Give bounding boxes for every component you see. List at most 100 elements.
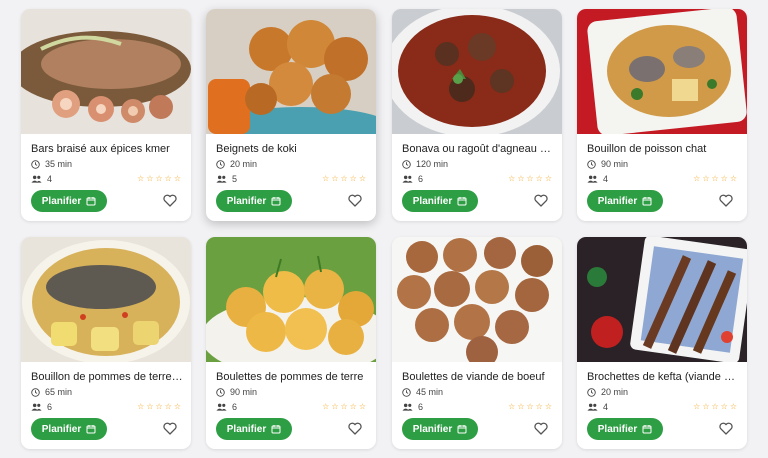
star-icon[interactable]: ☆ [517,175,524,183]
star-icon[interactable]: ☆ [730,175,737,183]
star-icon[interactable]: ☆ [155,403,162,411]
servings: 6 [47,402,53,412]
heart-icon[interactable] [719,194,733,207]
rating-stars[interactable]: ☆ ☆ ☆ ☆ ☆ [693,175,737,183]
star-icon[interactable]: ☆ [146,403,153,411]
star-icon[interactable]: ☆ [137,175,144,183]
recipe-photo[interactable] [392,237,562,362]
star-icon[interactable]: ☆ [331,175,338,183]
star-icon[interactable]: ☆ [693,403,700,411]
plan-button-label: Planifier [41,423,82,435]
people-icon [31,175,42,183]
rating-stars[interactable]: ☆ ☆ ☆ ☆ ☆ [508,403,552,411]
heart-icon[interactable] [534,422,548,435]
recipe-card[interactable]: Boulettes de pommes de terre 90 min 6 ☆ ☆… [206,237,376,449]
recipe-title: Brochettes de kefta (viande h... [587,371,739,383]
plan-button[interactable]: Planifier [402,190,478,212]
cook-time: 20 min [230,159,258,169]
recipe-photo[interactable] [577,237,747,362]
recipe-card[interactable]: Bouillon de pommes de terre ... 65 min 6… [21,237,191,449]
star-icon[interactable]: ☆ [322,175,329,183]
plan-button[interactable]: Planifier [31,418,107,440]
star-icon[interactable]: ☆ [322,403,329,411]
rating-stars[interactable]: ☆ ☆ ☆ ☆ ☆ [137,175,181,183]
star-icon[interactable]: ☆ [165,403,172,411]
heart-icon[interactable] [534,194,548,207]
plan-button[interactable]: Planifier [402,418,478,440]
star-icon[interactable]: ☆ [146,175,153,183]
recipe-photo[interactable] [21,237,191,362]
heart-icon[interactable] [348,422,362,435]
star-icon[interactable]: ☆ [526,403,533,411]
recipe-card[interactable]: Bonava ou ragoût d'agneau m... 120 min 6… [392,9,562,221]
plan-button[interactable]: Planifier [587,190,663,212]
heart-icon[interactable] [163,422,177,435]
cook-time: 65 min [45,387,73,397]
star-icon[interactable]: ☆ [517,403,524,411]
recipe-card[interactable]: Bars braisé aux épices kmer 35 min 4 ☆ ☆ ☆… [21,9,191,221]
star-icon[interactable]: ☆ [536,403,543,411]
star-icon[interactable]: ☆ [526,175,533,183]
rating-stars[interactable]: ☆ ☆ ☆ ☆ ☆ [137,403,181,411]
rating-stars[interactable]: ☆ ☆ ☆ ☆ ☆ [322,175,366,183]
recipe-card[interactable]: Boulettes de viande de boeuf 45 min 6 ☆ ☆… [392,237,562,449]
rating-stars[interactable]: ☆ ☆ ☆ ☆ ☆ [693,403,737,411]
recipe-photo[interactable] [206,237,376,362]
recipe-card[interactable]: Brochettes de kefta (viande h... 20 min … [577,237,747,449]
cook-time: 120 min [416,159,449,169]
plan-button[interactable]: Planifier [587,418,663,440]
star-icon[interactable]: ☆ [359,403,366,411]
calendar-icon [86,425,96,434]
star-icon[interactable]: ☆ [340,175,347,183]
plan-button-label: Planifier [597,423,638,435]
people-icon [402,403,413,411]
star-icon[interactable]: ☆ [730,403,737,411]
people-icon [587,403,598,411]
star-icon[interactable]: ☆ [721,403,728,411]
star-icon[interactable]: ☆ [350,403,357,411]
heart-icon[interactable] [719,422,733,435]
star-icon[interactable]: ☆ [536,175,543,183]
star-icon[interactable]: ☆ [174,175,181,183]
recipe-card[interactable]: Beignets de koki 20 min 5 ☆ ☆ ☆ ☆ ☆ Planifie… [206,9,376,221]
recipe-photo[interactable] [21,9,191,134]
star-icon[interactable]: ☆ [545,403,552,411]
star-icon[interactable]: ☆ [711,175,718,183]
star-icon[interactable]: ☆ [165,175,172,183]
star-icon[interactable]: ☆ [331,403,338,411]
recipe-photo[interactable] [577,9,747,134]
clock-icon [587,387,596,397]
star-icon[interactable]: ☆ [702,403,709,411]
star-icon[interactable]: ☆ [711,403,718,411]
star-icon[interactable]: ☆ [693,175,700,183]
heart-icon[interactable] [163,194,177,207]
star-icon[interactable]: ☆ [359,175,366,183]
star-icon[interactable]: ☆ [137,403,144,411]
star-icon[interactable]: ☆ [508,175,515,183]
star-icon[interactable]: ☆ [340,403,347,411]
star-icon[interactable]: ☆ [702,175,709,183]
recipe-card[interactable]: Bouillon de poisson chat 90 min 4 ☆ ☆ ☆ ☆ ☆ … [577,9,747,221]
recipe-title: Bonava ou ragoût d'agneau m... [402,143,554,155]
servings: 4 [603,402,609,412]
star-icon[interactable]: ☆ [508,403,515,411]
heart-icon[interactable] [348,194,362,207]
recipe-title: Beignets de koki [216,143,297,155]
plan-button[interactable]: Planifier [216,190,292,212]
plan-button[interactable]: Planifier [216,418,292,440]
rating-stars[interactable]: ☆ ☆ ☆ ☆ ☆ [322,403,366,411]
people-icon [587,175,598,183]
star-icon[interactable]: ☆ [174,403,181,411]
cook-time: 45 min [416,387,444,397]
star-icon[interactable]: ☆ [545,175,552,183]
star-icon[interactable]: ☆ [721,175,728,183]
recipe-title: Boulettes de pommes de terre [216,371,364,383]
people-icon [216,403,227,411]
rating-stars[interactable]: ☆ ☆ ☆ ☆ ☆ [508,175,552,183]
cook-time: 90 min [601,159,629,169]
plan-button[interactable]: Planifier [31,190,107,212]
star-icon[interactable]: ☆ [350,175,357,183]
recipe-photo[interactable] [392,9,562,134]
star-icon[interactable]: ☆ [155,175,162,183]
recipe-photo[interactable] [206,9,376,134]
